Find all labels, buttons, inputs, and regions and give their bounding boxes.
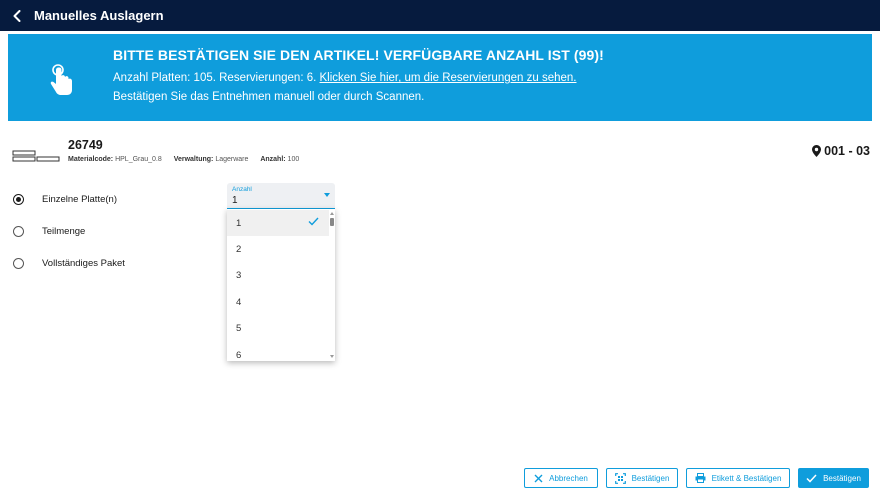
article-meta: Materialcode: HPL_Grau_0.8 Verwaltung: L…	[68, 156, 299, 163]
management-value: Lagerware	[215, 156, 249, 163]
quantity-select-value: 1	[232, 195, 238, 206]
option-text: 6	[236, 349, 242, 361]
article-number: 26749	[68, 138, 103, 152]
option-full-package[interactable]: Vollständiges Paket	[13, 255, 125, 271]
banner-line1: Anzahl Platten: 105. Reservierungen: 6. …	[113, 72, 576, 84]
confirm-button[interactable]: Bestätigen	[798, 468, 869, 488]
close-icon	[534, 474, 543, 482]
qr-scan-icon	[614, 472, 626, 484]
dropdown-option[interactable]: 1	[227, 210, 329, 236]
location-text: 001 - 03	[824, 144, 870, 158]
banner-line2: Bestätigen Sie das Entnehmen manuell ode…	[113, 91, 425, 103]
quantity-select[interactable]: Anzahl 1	[227, 183, 335, 209]
banner-reservation-info: Anzahl Platten: 105. Reservierungen: 6.	[113, 72, 317, 84]
quantity-dropdown: 1 2 3 4 5 6	[227, 209, 335, 361]
banner-title: BITTE BESTÄTIGEN SIE DEN ARTIKEL! VERFÜG…	[113, 47, 604, 63]
touch-hand-icon	[50, 64, 72, 95]
scroll-up-icon[interactable]	[330, 212, 334, 215]
back-button[interactable]	[0, 0, 34, 31]
confirmation-banner: BITTE BESTÄTIGEN SIE DEN ARTIKEL! VERFÜG…	[8, 34, 872, 121]
plates-icon	[12, 150, 60, 162]
option-text: 4	[236, 296, 242, 308]
printer-icon	[695, 473, 706, 483]
confirm-scan-button[interactable]: Bestätigen	[606, 468, 678, 488]
caret-down-icon[interactable]	[324, 193, 330, 197]
scroll-down-icon[interactable]	[330, 355, 334, 358]
radio-single-plates[interactable]	[13, 193, 24, 205]
management-label: Verwaltung:	[173, 156, 214, 163]
option-label: Vollständiges Paket	[42, 257, 125, 269]
app-header: Manuelles Auslagern	[0, 0, 880, 31]
quantity-select-label: Anzahl	[232, 186, 252, 193]
dropdown-option[interactable]: 3	[227, 262, 329, 288]
storage-location: 001 - 03	[812, 144, 870, 158]
confirm-scan-label: Bestätigen	[631, 473, 670, 483]
reservations-link[interactable]: Klicken Sie hier, um die Reservierungen …	[320, 72, 577, 84]
option-partial-quantity[interactable]: Teilmenge	[13, 223, 85, 239]
dropdown-option[interactable]: 5	[227, 315, 329, 341]
cancel-label: Abbrechen	[549, 473, 588, 483]
option-single-plates[interactable]: Einzelne Platte(n)	[13, 191, 117, 207]
chevron-left-icon	[13, 9, 21, 22]
dropdown-option[interactable]: 2	[227, 236, 329, 262]
option-text: 1	[236, 217, 242, 229]
page-title: Manuelles Auslagern	[34, 8, 164, 23]
check-icon	[308, 217, 319, 226]
label-confirm-button[interactable]: Etikett & Bestätigen	[686, 468, 790, 488]
dropdown-option[interactable]: 4	[227, 289, 329, 315]
scroll-thumb[interactable]	[330, 218, 334, 226]
confirm-label: Bestätigen	[823, 473, 861, 483]
quantity-label: Anzahl:	[260, 156, 286, 163]
dropdown-scrollbar[interactable]	[330, 212, 334, 358]
quantity-value: 100	[287, 156, 300, 163]
material-label: Materialcode:	[68, 156, 114, 163]
option-text: 5	[236, 322, 242, 334]
option-text: 2	[236, 243, 242, 255]
option-label: Teilmenge	[42, 225, 86, 237]
label-confirm-label: Etikett & Bestätigen	[711, 473, 782, 483]
dropdown-option[interactable]: 6	[227, 342, 329, 361]
check-icon	[806, 473, 817, 483]
option-label: Einzelne Platte(n)	[42, 193, 117, 205]
article-info: 26749 Materialcode: HPL_Grau_0.8 Verwalt…	[12, 138, 872, 168]
cancel-button[interactable]: Abbrechen	[524, 468, 598, 488]
map-pin-icon	[812, 145, 822, 157]
radio-partial-quantity[interactable]	[13, 225, 24, 237]
material-value: HPL_Grau_0.8	[115, 156, 162, 163]
radio-full-package[interactable]	[13, 257, 24, 269]
option-text: 3	[236, 269, 242, 281]
